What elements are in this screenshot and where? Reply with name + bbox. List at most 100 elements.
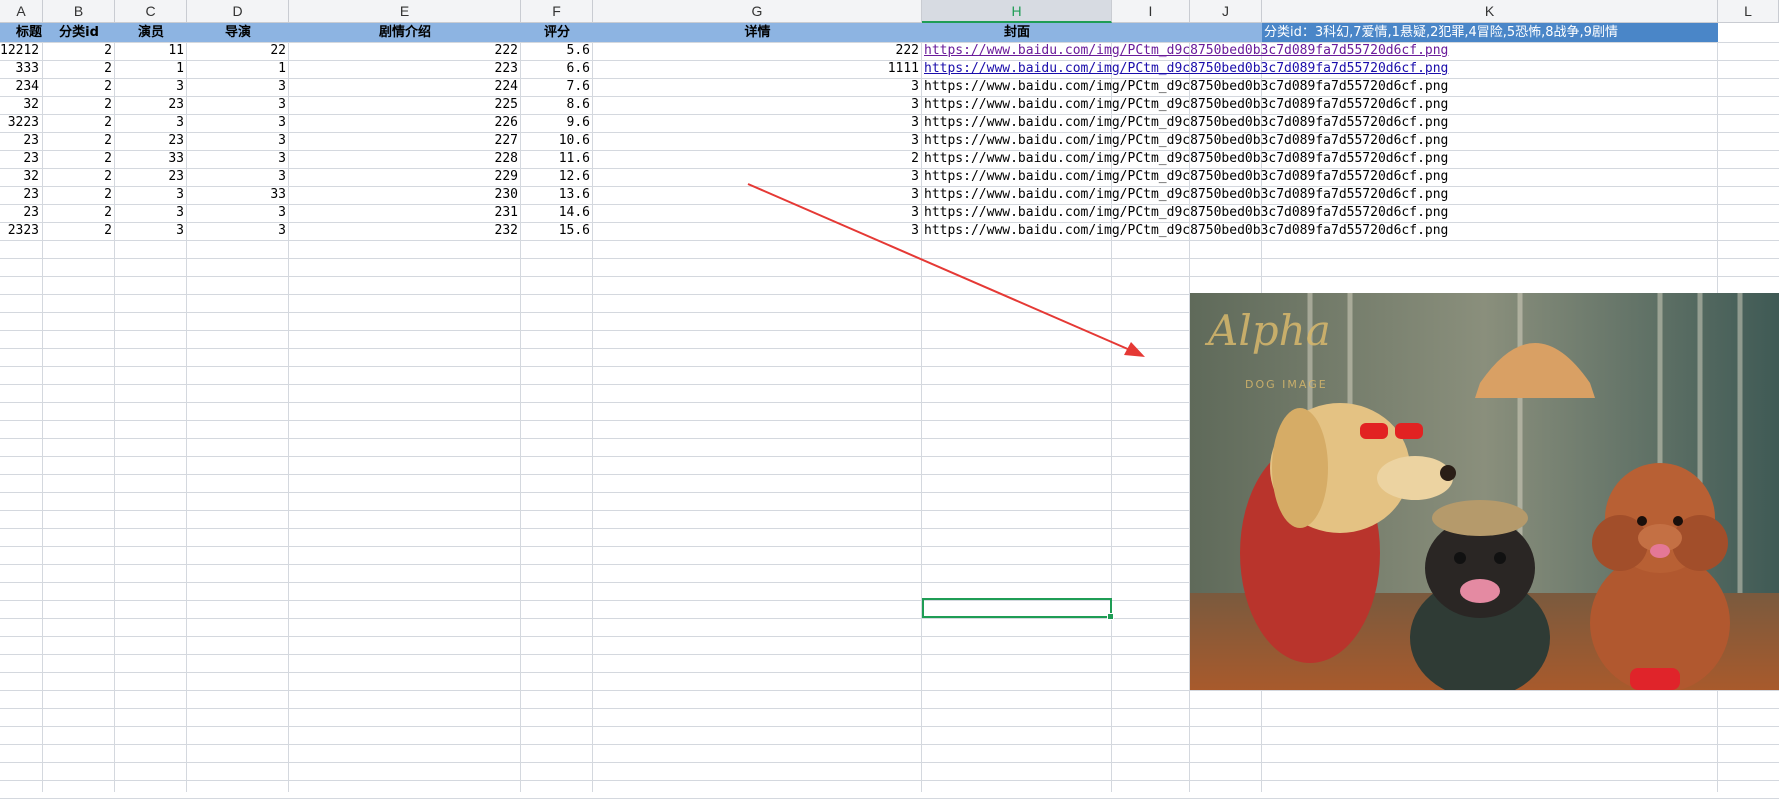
cell-d-row-7[interactable]: 3 (187, 132, 289, 150)
cell-a-row-3[interactable]: 333 (0, 60, 42, 78)
cell-d-row-10[interactable]: 33 (187, 186, 289, 204)
cell-c-row-3[interactable]: 1 (115, 60, 187, 78)
col-header-k[interactable]: K (1262, 0, 1718, 23)
cell-g-row-12[interactable]: 3 (593, 222, 922, 240)
col-header-e[interactable]: E (289, 0, 521, 23)
cell-c-row-7[interactable]: 23 (115, 132, 187, 150)
cell-e-row-3[interactable]: 223 (289, 60, 521, 78)
header-actor[interactable]: 演员 (115, 23, 187, 42)
cell-f-row-6[interactable]: 9.6 (521, 114, 593, 132)
cell-g-row-3[interactable]: 1111 (593, 60, 922, 78)
col-header-d[interactable]: D (187, 0, 289, 23)
cell-c-row-6[interactable]: 3 (115, 114, 187, 132)
header-detail[interactable]: 详情 (593, 23, 922, 42)
cell-d-row-11[interactable]: 3 (187, 204, 289, 222)
cell-g-row-5[interactable]: 3 (593, 96, 922, 114)
col-header-h[interactable]: H (922, 0, 1112, 23)
cell-b-row-11[interactable]: 2 (43, 204, 115, 222)
col-header-f[interactable]: F (521, 0, 593, 23)
cell-e-row-12[interactable]: 232 (289, 222, 521, 240)
cell-f-row-9[interactable]: 12.6 (521, 168, 593, 186)
cell-h-row-7[interactable]: https://www.baidu.com/img/PCtm_d9c8750be… (924, 132, 1464, 150)
cell-c-row-4[interactable]: 3 (115, 78, 187, 96)
col-header-l[interactable]: L (1718, 0, 1779, 23)
cell-d-row-4[interactable]: 3 (187, 78, 289, 96)
cell-c-row-10[interactable]: 3 (115, 186, 187, 204)
header-title[interactable]: 标题 (0, 23, 42, 42)
cell-b-row-7[interactable]: 2 (43, 132, 115, 150)
cell-a-row-8[interactable]: 23 (0, 150, 42, 168)
col-header-c[interactable]: C (115, 0, 187, 23)
col-header-j[interactable]: J (1190, 0, 1262, 23)
cell-b-row-6[interactable]: 2 (43, 114, 115, 132)
cell-a-row-10[interactable]: 23 (0, 186, 42, 204)
category-note-cell[interactable]: 分类id：3科幻,7爱情,1悬疑,2犯罪,4冒险,5恐怖,8战争,9剧情 (1262, 23, 1718, 42)
cell-h-row-5[interactable]: https://www.baidu.com/img/PCtm_d9c8750be… (924, 96, 1464, 114)
cell-a-row-7[interactable]: 23 (0, 132, 42, 150)
cell-b-row-5[interactable]: 2 (43, 96, 115, 114)
cell-e-row-9[interactable]: 229 (289, 168, 521, 186)
cell-h-row-3[interactable]: https://www.baidu.com/img/PCtm_d9c8750be… (924, 60, 1464, 78)
cell-c-row-2[interactable]: 11 (115, 42, 187, 60)
col-header-b[interactable]: B (43, 0, 115, 23)
cell-b-row-4[interactable]: 2 (43, 78, 115, 96)
cell-f-row-2[interactable]: 5.6 (521, 42, 593, 60)
cell-e-row-4[interactable]: 224 (289, 78, 521, 96)
cell-d-row-8[interactable]: 3 (187, 150, 289, 168)
header-category-id[interactable]: 分类id (43, 23, 115, 42)
cell-f-row-11[interactable]: 14.6 (521, 204, 593, 222)
header-plot[interactable]: 剧情介绍 (289, 23, 521, 42)
cell-d-row-3[interactable]: 1 (187, 60, 289, 78)
cell-e-row-2[interactable]: 222 (289, 42, 521, 60)
cell-f-row-7[interactable]: 10.6 (521, 132, 593, 150)
cell-c-row-5[interactable]: 23 (115, 96, 187, 114)
cell-d-row-5[interactable]: 3 (187, 96, 289, 114)
col-header-a[interactable]: A (0, 0, 43, 23)
cell-c-row-9[interactable]: 23 (115, 168, 187, 186)
cell-g-row-10[interactable]: 3 (593, 186, 922, 204)
cell-f-row-4[interactable]: 7.6 (521, 78, 593, 96)
cell-e-row-8[interactable]: 228 (289, 150, 521, 168)
cell-g-row-9[interactable]: 3 (593, 168, 922, 186)
cell-e-row-11[interactable]: 231 (289, 204, 521, 222)
cell-d-row-2[interactable]: 22 (187, 42, 289, 60)
cell-c-row-12[interactable]: 3 (115, 222, 187, 240)
cell-a-row-2[interactable]: 12212 (0, 42, 42, 60)
dogs-photo[interactable]: Alpha DOG IMAGE (1190, 293, 1779, 690)
cell-b-row-8[interactable]: 2 (43, 150, 115, 168)
cell-a-row-12[interactable]: 2323 (0, 222, 42, 240)
cell-g-row-11[interactable]: 3 (593, 204, 922, 222)
selected-cell[interactable] (922, 598, 1114, 620)
cell-e-row-7[interactable]: 227 (289, 132, 521, 150)
header-cover[interactable]: 封面 (922, 23, 1112, 42)
cell-f-row-12[interactable]: 15.6 (521, 222, 593, 240)
col-header-g[interactable]: G (593, 0, 922, 23)
cell-b-row-2[interactable]: 2 (43, 42, 115, 60)
cell-g-row-7[interactable]: 3 (593, 132, 922, 150)
cell-b-row-12[interactable]: 2 (43, 222, 115, 240)
cell-g-row-4[interactable]: 3 (593, 78, 922, 96)
cell-h-row-4[interactable]: https://www.baidu.com/img/PCtm_d9c8750be… (924, 78, 1464, 96)
cell-g-row-6[interactable]: 3 (593, 114, 922, 132)
cell-b-row-3[interactable]: 2 (43, 60, 115, 78)
cell-f-row-10[interactable]: 13.6 (521, 186, 593, 204)
cell-e-row-5[interactable]: 225 (289, 96, 521, 114)
cell-c-row-8[interactable]: 33 (115, 150, 187, 168)
cell-d-row-9[interactable]: 3 (187, 168, 289, 186)
cell-f-row-5[interactable]: 8.6 (521, 96, 593, 114)
cell-a-row-4[interactable]: 234 (0, 78, 42, 96)
cell-g-row-2[interactable]: 222 (593, 42, 922, 60)
cell-h-row-9[interactable]: https://www.baidu.com/img/PCtm_d9c8750be… (924, 168, 1464, 186)
cell-e-row-6[interactable]: 226 (289, 114, 521, 132)
cell-h-row-12[interactable]: https://www.baidu.com/img/PCtm_d9c8750be… (924, 222, 1464, 240)
cell-h-row-10[interactable]: https://www.baidu.com/img/PCtm_d9c8750be… (924, 186, 1464, 204)
cell-d-row-6[interactable]: 3 (187, 114, 289, 132)
cell-h-row-2[interactable]: https://www.baidu.com/img/PCtm_d9c8750be… (924, 42, 1464, 60)
cell-a-row-6[interactable]: 3223 (0, 114, 42, 132)
cell-e-row-10[interactable]: 230 (289, 186, 521, 204)
cell-d-row-12[interactable]: 3 (187, 222, 289, 240)
cell-h-row-6[interactable]: https://www.baidu.com/img/PCtm_d9c8750be… (924, 114, 1464, 132)
cell-g-row-8[interactable]: 2 (593, 150, 922, 168)
cell-h-row-8[interactable]: https://www.baidu.com/img/PCtm_d9c8750be… (924, 150, 1464, 168)
cell-c-row-11[interactable]: 3 (115, 204, 187, 222)
